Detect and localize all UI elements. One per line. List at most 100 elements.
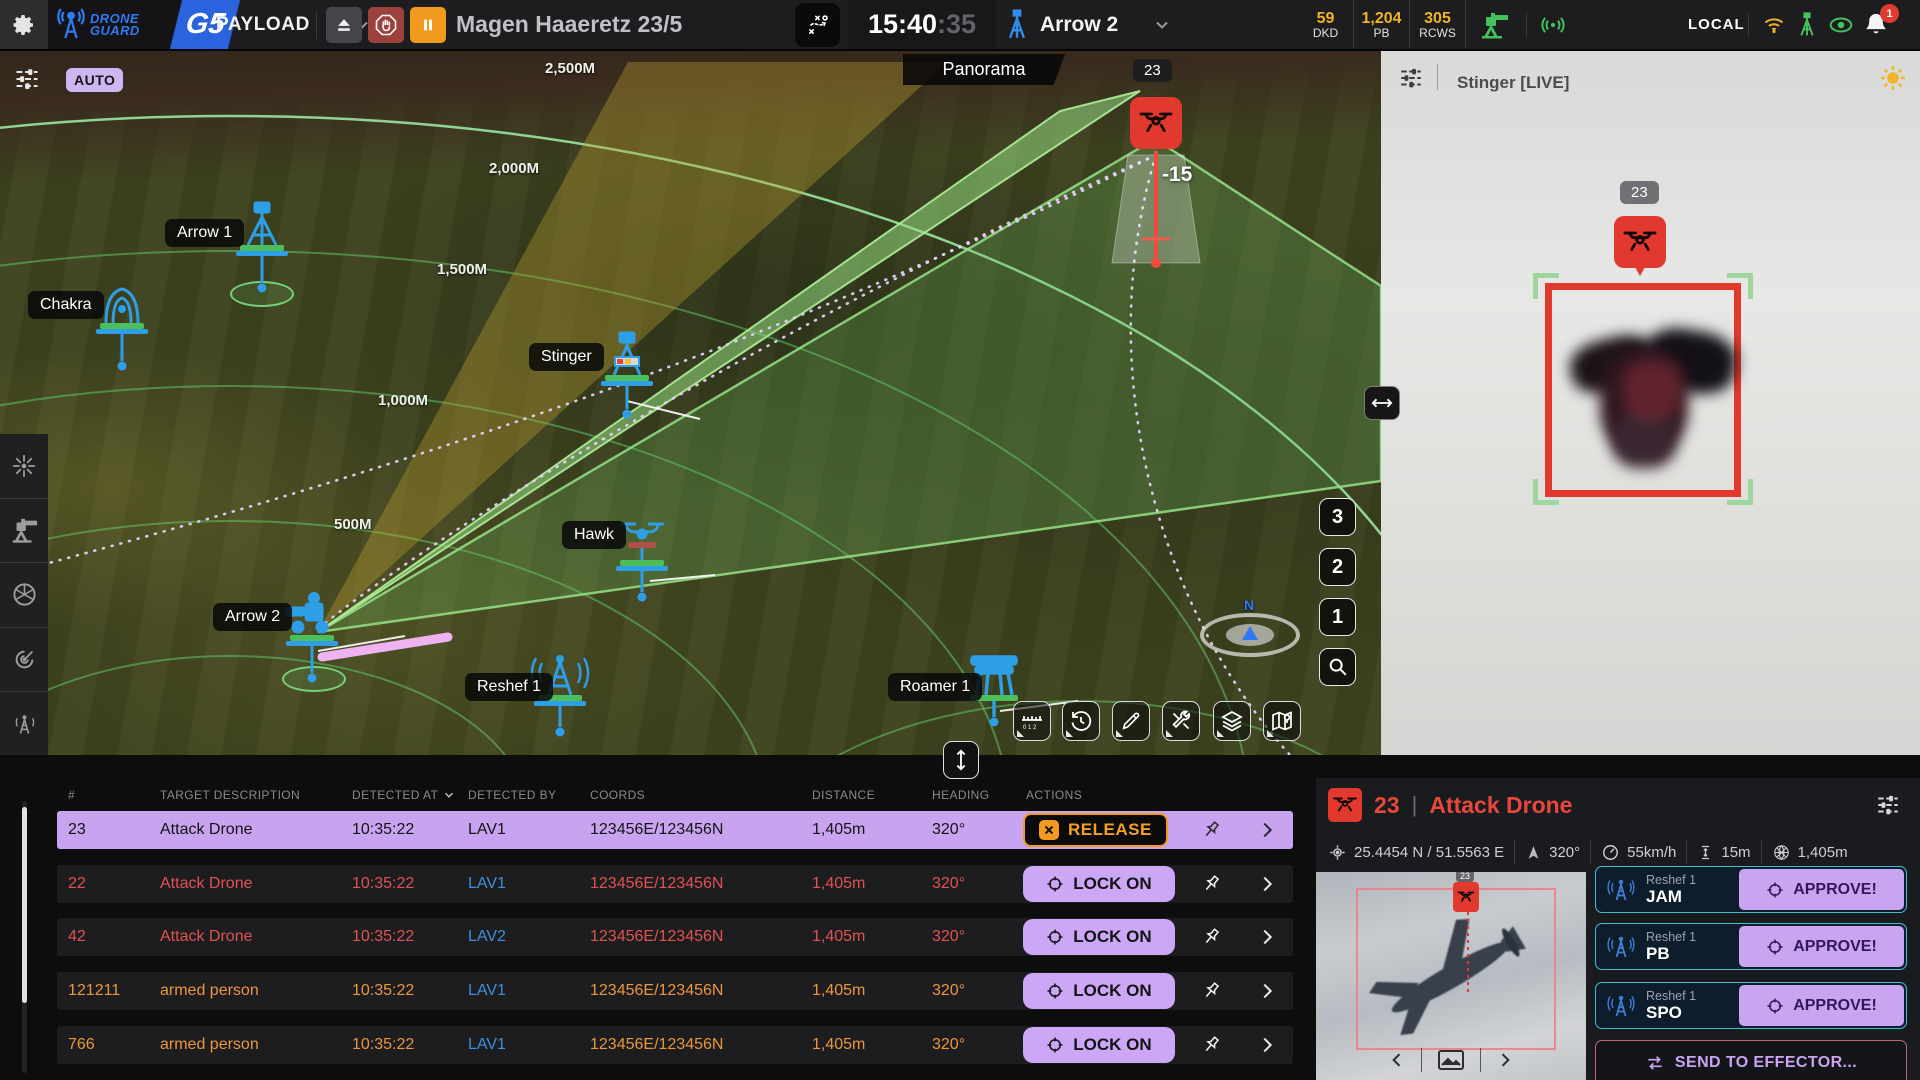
pin-target-button[interactable] (1197, 1031, 1225, 1059)
table-row[interactable]: 42 Attack Drone 10:35:22 LAV2 123456E/12… (57, 918, 1293, 956)
compass[interactable]: N (1200, 613, 1300, 657)
layers-icon (1220, 709, 1244, 733)
gallery-button[interactable] (1436, 1048, 1466, 1072)
tactics-button[interactable] (795, 3, 840, 47)
table-row[interactable]: 22 Attack Drone 10:35:22 LAV1 123456E/12… (57, 865, 1293, 903)
layers-button[interactable] (1213, 701, 1251, 741)
next-snapshot-button[interactable] (1495, 1050, 1515, 1070)
zoom-level-1-button[interactable]: 1 (1319, 598, 1356, 636)
video-feed-panel[interactable]: Stinger [LIVE] 23 (1381, 51, 1920, 755)
unit-selector-dropdown[interactable]: Arrow 2 (1004, 0, 1172, 49)
network-status-button[interactable] (1760, 0, 1788, 49)
tactical-map[interactable]: AUTO Panorama 2,500M 2,000M 1,500M 1,000… (0, 51, 1381, 755)
target-snapshot[interactable]: 23 (1316, 872, 1586, 1080)
target-distance: 1,405m (812, 1026, 865, 1064)
video-target-marker (1614, 216, 1666, 268)
open-target-button[interactable] (1253, 1031, 1281, 1059)
hostile-target-badge (1328, 788, 1362, 822)
lock-on-button[interactable]: LOCK ON (1023, 919, 1175, 955)
crosshair-icon (1046, 1036, 1064, 1054)
target-description: Attack Drone (160, 918, 252, 956)
pause-icon (420, 17, 436, 33)
map-style-button[interactable] (1263, 701, 1301, 741)
sensor-unit-icon-arrow1[interactable] (232, 201, 292, 297)
effector-unit: Reshef 1 (1646, 930, 1696, 944)
radar-button[interactable] (0, 628, 48, 693)
unit-label-roamer1[interactable]: Roamer 1 (888, 673, 982, 701)
pin-target-button[interactable] (1197, 870, 1225, 898)
zoom-level-2-button[interactable]: 2 (1319, 548, 1356, 586)
unit-label-chakra[interactable]: Chakra (28, 291, 104, 319)
approve-jam-button[interactable]: APPROVE! (1739, 869, 1904, 910)
measure-tool-button[interactable]: 0 1 2 (1013, 701, 1051, 741)
heading-arrow-icon (1525, 844, 1542, 861)
open-target-button[interactable] (1253, 977, 1281, 1005)
hold-fire-button[interactable] (368, 7, 404, 43)
unit-label-arrow2[interactable]: Arrow 2 (213, 603, 292, 631)
jammer-effector-button[interactable] (0, 692, 48, 755)
lock-on-button[interactable]: LOCK ON (1023, 973, 1175, 1009)
col-header-detected-at[interactable]: DETECTED AT (352, 788, 456, 802)
rcws-effector-button[interactable] (0, 499, 48, 564)
panel-splitter-handle[interactable] (1364, 386, 1400, 420)
settings-button[interactable] (0, 0, 48, 49)
detail-settings-button[interactable] (1874, 792, 1902, 818)
snapshot-target-marker (1453, 882, 1479, 912)
open-target-button[interactable] (1253, 870, 1281, 898)
unit-label-arrow1[interactable]: Arrow 1 (165, 219, 244, 247)
pin-target-button[interactable] (1197, 923, 1225, 951)
map-filter-button[interactable] (12, 65, 42, 93)
approve-spo-button[interactable]: APPROVE! (1739, 985, 1904, 1026)
brightness-icon[interactable] (1878, 63, 1908, 93)
open-target-button[interactable] (1253, 923, 1281, 951)
unit-label-hawk[interactable]: Hawk (562, 521, 626, 549)
sensor-unit-icon-stinger[interactable] (597, 331, 657, 427)
video-target-bounding-box (1545, 283, 1741, 497)
brand-line2: GUARD (90, 25, 140, 37)
table-scrollbar-thumb[interactable] (22, 807, 27, 1003)
tools-button[interactable] (1162, 701, 1200, 741)
notification-badge: 1 (1880, 4, 1899, 23)
lock-on-button[interactable]: LOCK ON (1023, 1027, 1175, 1063)
video-settings-button[interactable] (1397, 65, 1425, 91)
eject-button[interactable] (326, 7, 362, 43)
sliders-icon (1874, 792, 1902, 818)
map-search-button[interactable] (1319, 648, 1356, 686)
camera-button[interactable] (0, 563, 48, 628)
lock-on-button[interactable]: LOCK ON (1023, 866, 1175, 902)
open-target-button[interactable] (1253, 816, 1281, 844)
laser-effector-button[interactable] (0, 434, 48, 499)
prev-snapshot-button[interactable] (1387, 1050, 1407, 1070)
zoom-level-3-button[interactable]: 3 (1319, 498, 1356, 536)
crosshair-icon (1046, 875, 1064, 893)
approve-pb-button[interactable]: APPROVE! (1739, 926, 1904, 967)
send-to-effector-button[interactable]: SEND TO EFFECTOR... (1595, 1040, 1907, 1080)
stat-pb: 1,204 PB (1354, 0, 1410, 49)
snapshot-bounding-box (1356, 888, 1556, 1050)
sensors-status-button[interactable] (1796, 0, 1818, 49)
pause-button[interactable] (410, 7, 446, 43)
release-button[interactable]: RELEASE (1023, 813, 1168, 847)
table-row[interactable]: 766 armed person 10:35:22 LAV1 123456E/1… (57, 1026, 1293, 1064)
table-row[interactable]: 23 Attack Drone 10:35:22 LAV1 123456E/12… (57, 811, 1293, 849)
unit-label-stinger[interactable]: Stinger (529, 343, 604, 371)
snapshot-controls (1316, 1044, 1586, 1076)
observe-status-button[interactable] (1826, 0, 1856, 49)
table-expand-button[interactable] (943, 741, 979, 779)
rcws-status-button[interactable] (1478, 0, 1510, 49)
target-marker[interactable] (1130, 97, 1182, 149)
pin-target-button[interactable] (1197, 977, 1225, 1005)
jammer-status-button[interactable] (1538, 0, 1568, 49)
draw-tool-button[interactable] (1112, 701, 1150, 741)
unit-label-reshef1[interactable]: Reshef 1 (465, 673, 553, 701)
auto-mode-badge[interactable]: AUTO (66, 68, 123, 92)
lock-on-label: LOCK ON (1073, 927, 1151, 947)
target-heading: 320° (932, 811, 965, 849)
table-row[interactable]: 121211 armed person 10:35:22 LAV1 123456… (57, 972, 1293, 1010)
pin-icon (1200, 980, 1222, 1002)
location-icon (1328, 843, 1347, 862)
sensor-unit-icon-arrow2[interactable] (282, 591, 342, 687)
pin-target-button[interactable] (1197, 816, 1225, 844)
history-tool-button[interactable] (1062, 701, 1100, 741)
jammer-antenna-icon (1606, 990, 1636, 1022)
